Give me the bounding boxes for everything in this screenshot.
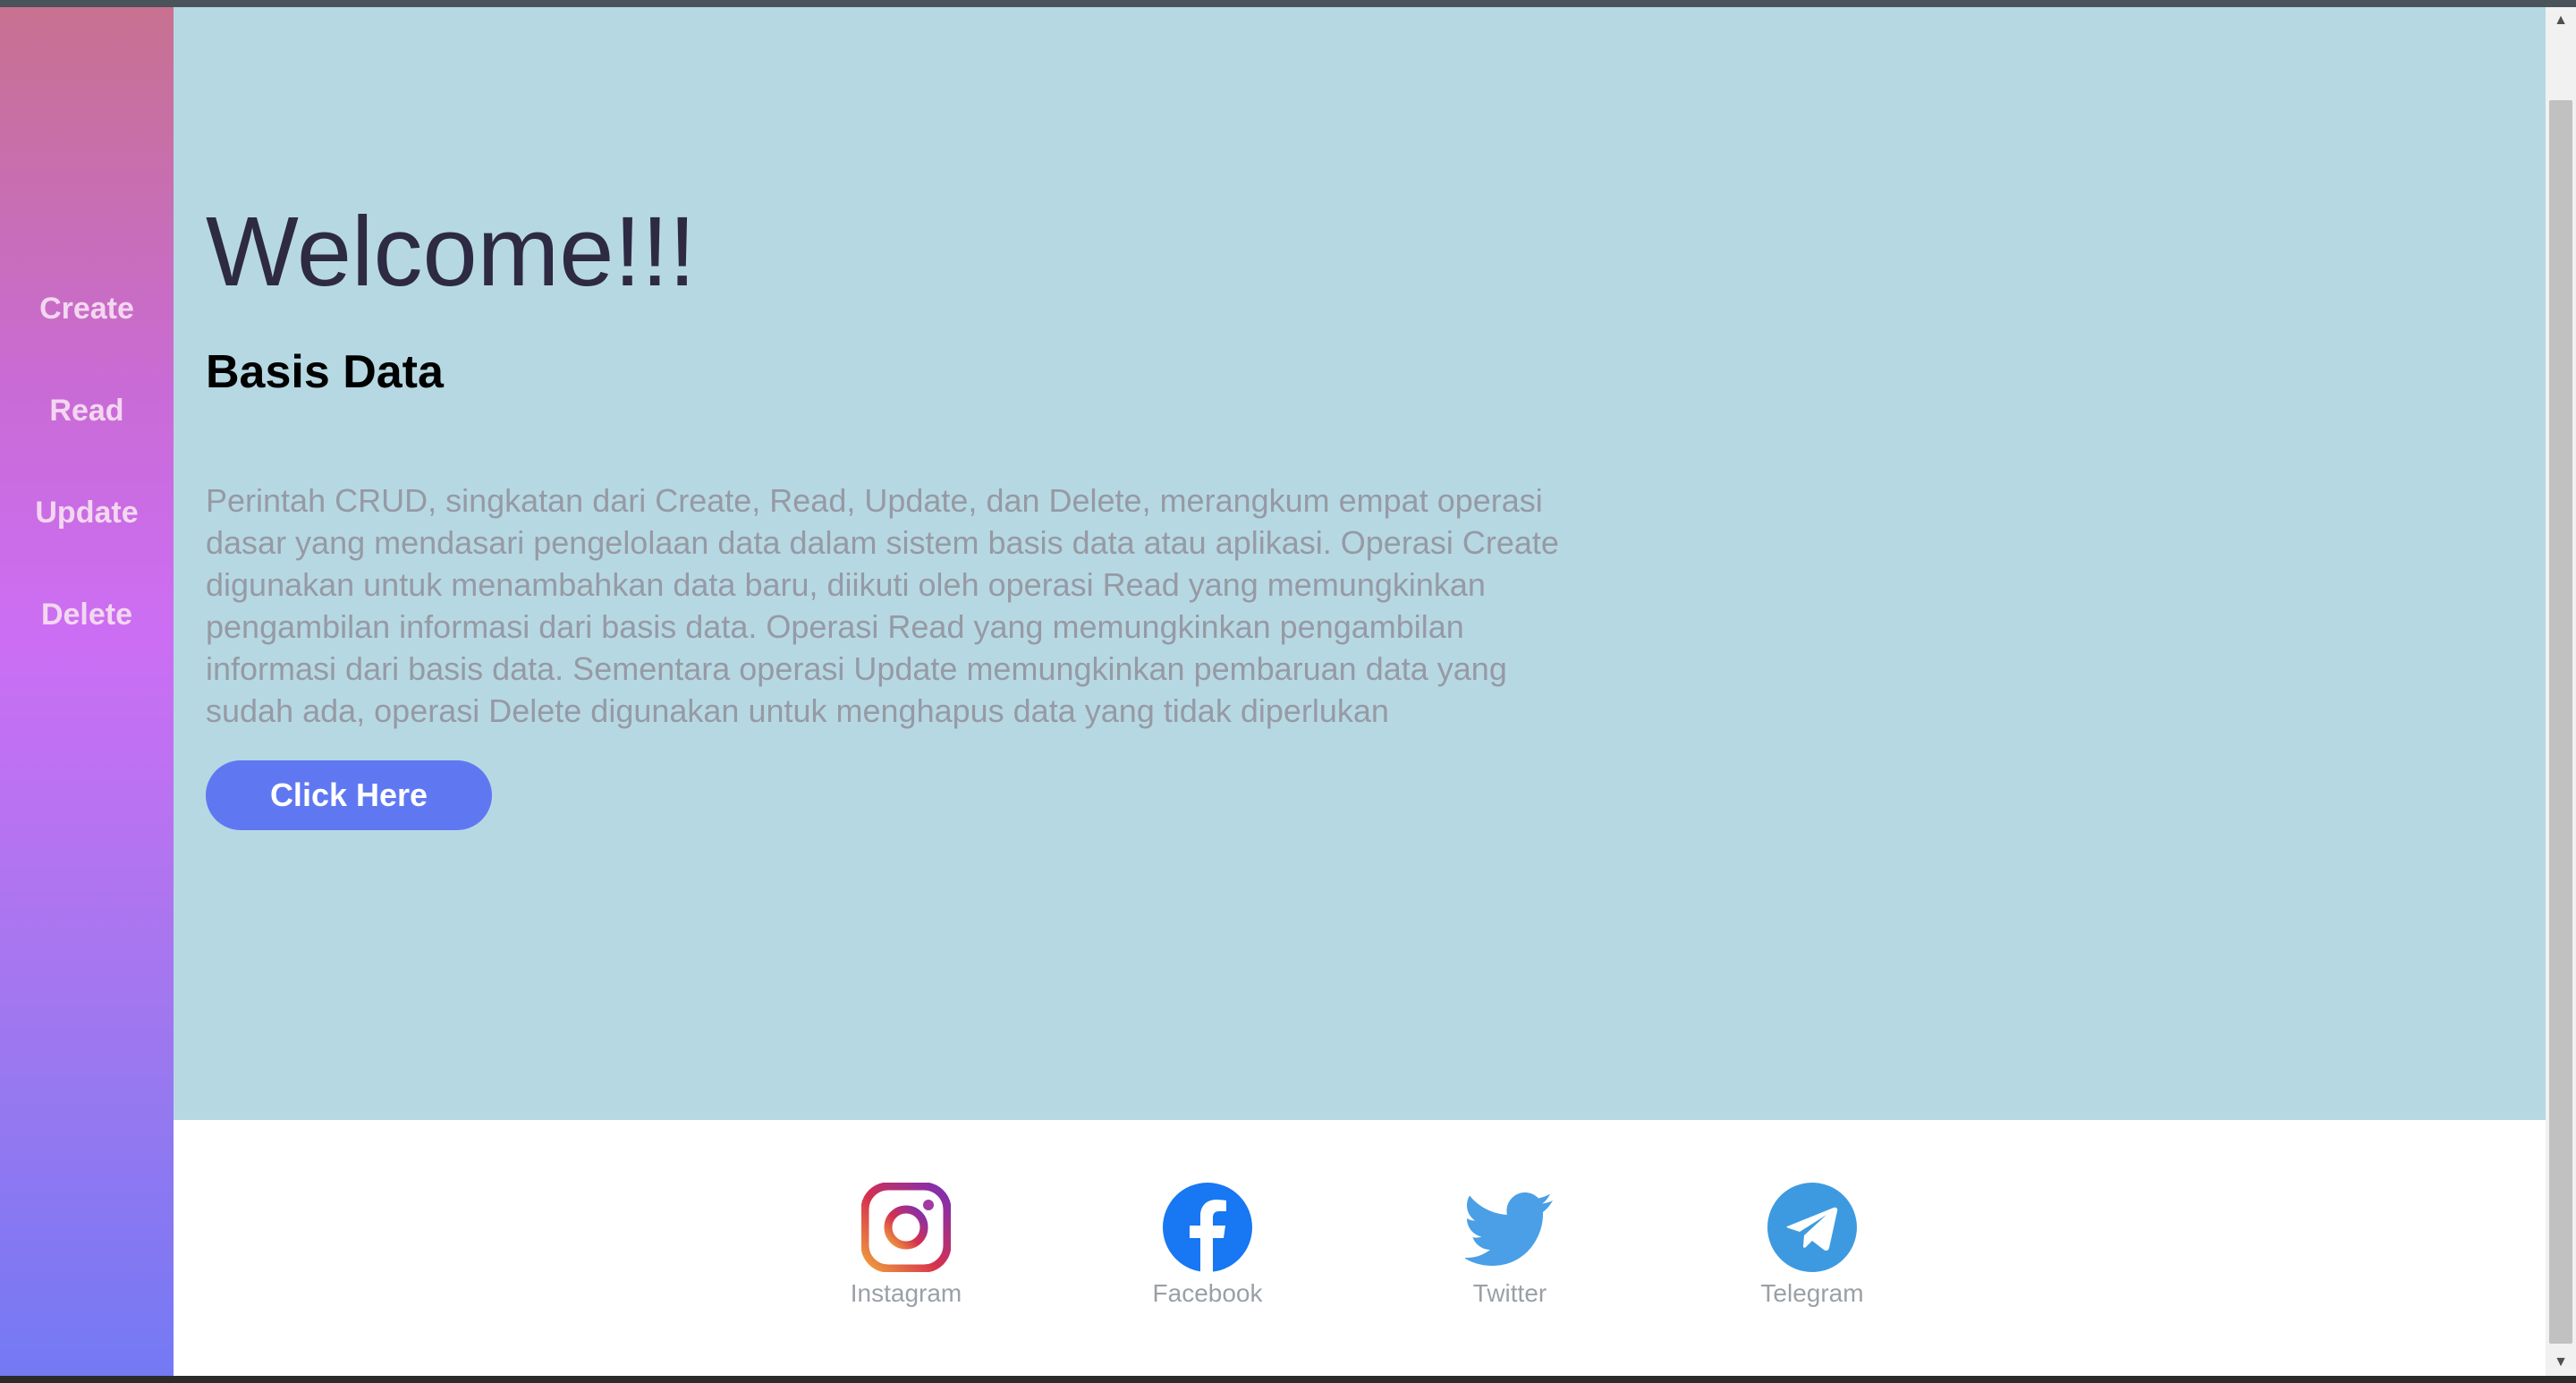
social-label-twitter: Twitter — [1472, 1279, 1547, 1307]
sidebar-item-delete[interactable]: Delete — [0, 598, 174, 632]
social-label-facebook: Facebook — [1152, 1279, 1263, 1307]
window-top-border — [0, 0, 2576, 7]
click-here-button[interactable]: Click Here — [206, 760, 492, 830]
page-subtitle: Basis Data — [206, 346, 444, 398]
social-label-instagram: Instagram — [850, 1279, 962, 1307]
scrollbar-thumb[interactable] — [2549, 100, 2572, 1344]
social-label-telegram: Telegram — [1760, 1279, 1864, 1307]
description-paragraph: Perintah CRUD, singkatan dari Create, Re… — [206, 482, 1559, 729]
hero-section: Welcome!!! Basis Data Perintah CRUD, sin… — [174, 7, 2546, 1120]
social-link-instagram[interactable]: Instagram — [817, 1183, 996, 1308]
facebook-icon — [1163, 1183, 1252, 1272]
scroll-up-arrow-icon[interactable]: ▲ — [2546, 7, 2576, 34]
window-bottom-border — [0, 1376, 2576, 1383]
vertical-scrollbar[interactable]: ▲ ▼ — [2546, 7, 2576, 1376]
instagram-icon — [861, 1183, 951, 1272]
social-link-facebook[interactable]: Facebook — [1118, 1183, 1297, 1308]
social-link-twitter[interactable]: Twitter — [1420, 1183, 1599, 1308]
sidebar-item-update[interactable]: Update — [0, 496, 174, 530]
sidebar-item-read[interactable]: Read — [0, 394, 174, 428]
social-link-telegram[interactable]: Telegram — [1723, 1183, 1902, 1308]
footer: Instagram Facebook Twitter Telegram — [174, 1120, 2546, 1376]
twitter-icon — [1465, 1192, 1553, 1266]
page-title: Welcome!!! — [206, 197, 697, 307]
scroll-down-arrow-icon[interactable]: ▼ — [2546, 1349, 2576, 1376]
sidebar-item-create[interactable]: Create — [0, 292, 174, 327]
telegram-icon — [1767, 1183, 1857, 1272]
sidebar: Create Read Update Delete — [0, 7, 174, 1376]
